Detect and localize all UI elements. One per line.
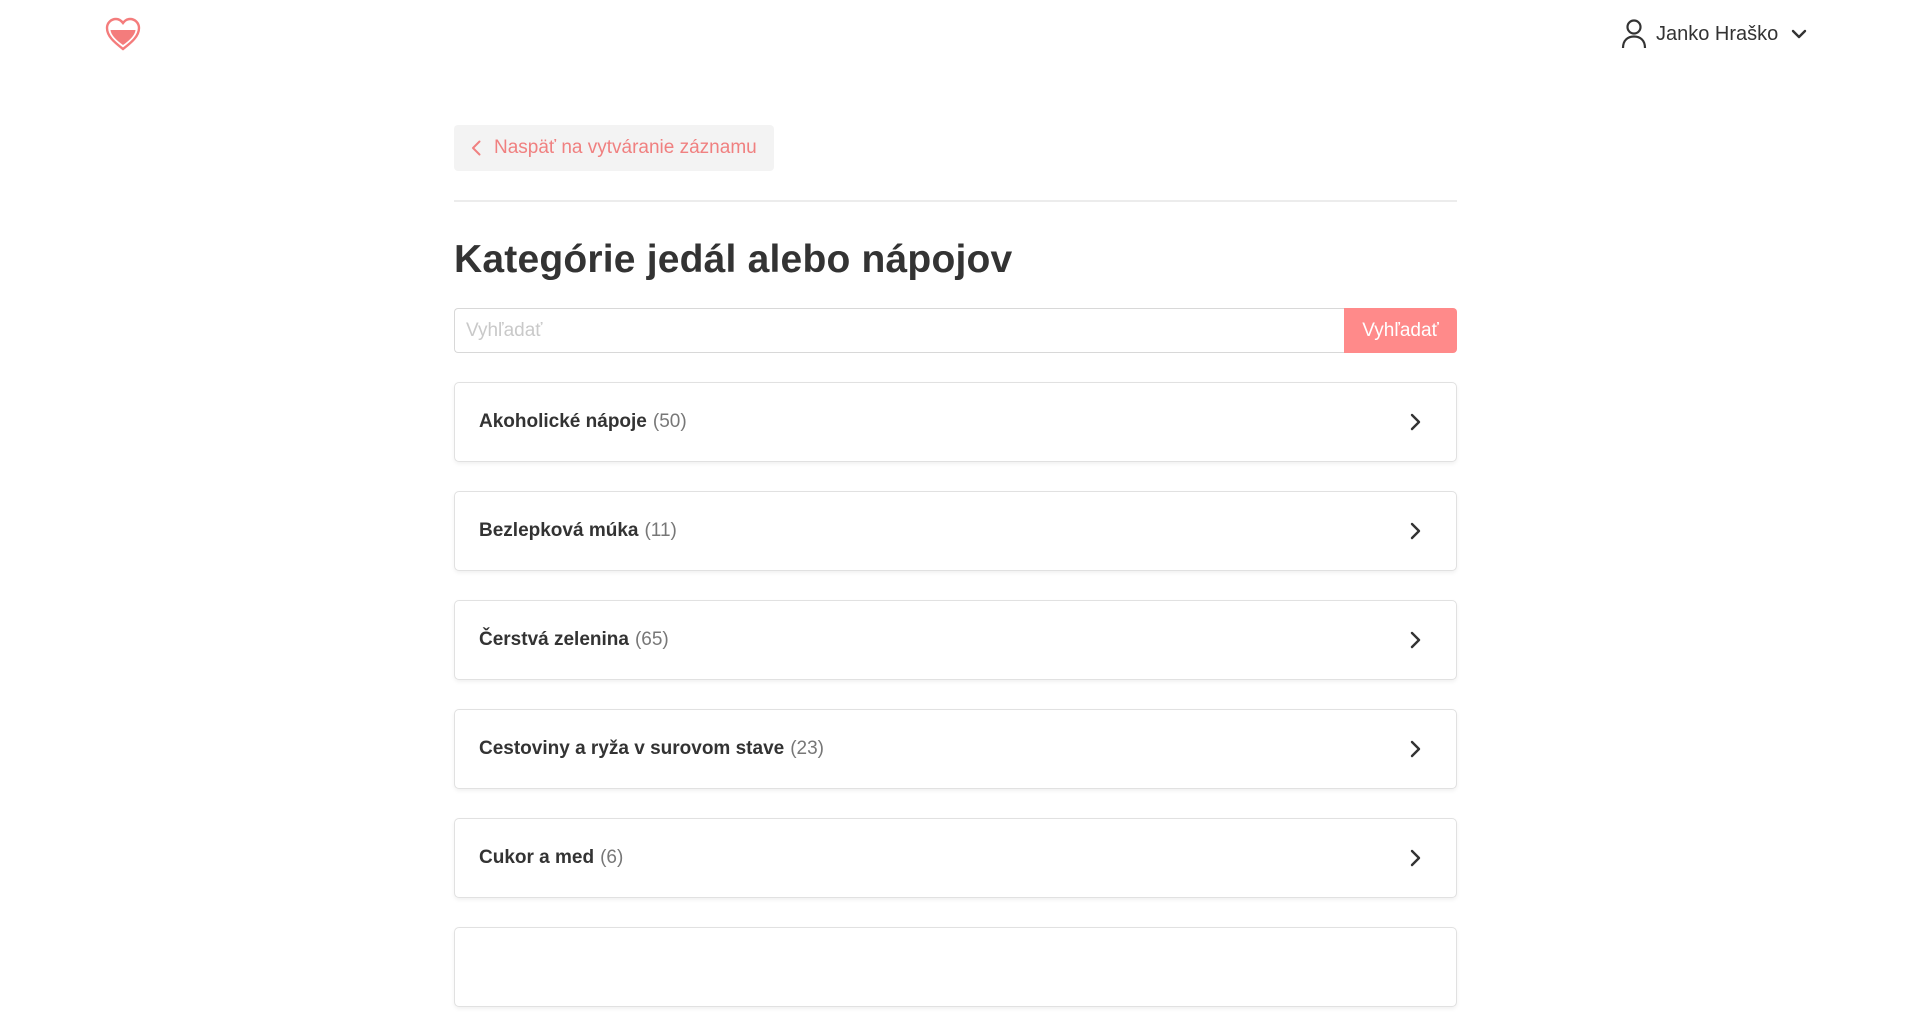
divider: [454, 200, 1457, 202]
search-bar: Vyhľadať: [454, 308, 1457, 353]
chevron-right-icon: [1404, 520, 1426, 542]
back-to-record-button[interactable]: Naspäť na vytváranie záznamu: [454, 125, 774, 171]
category-item[interactable]: Čerstvá zelenina (65): [454, 600, 1457, 680]
category-count: (65): [634, 629, 669, 650]
category-count: (23): [790, 738, 824, 759]
back-button-label: Naspäť na vytváranie záznamu: [494, 137, 757, 158]
chevron-left-icon: [468, 139, 486, 157]
heart-logo-icon[interactable]: [104, 16, 142, 52]
category-label: Cestoviny a ryža v surovom stave: [479, 738, 785, 759]
category-count: (50): [652, 411, 687, 432]
category-list: Akoholické nápoje (50) Bezlepková múka (…: [454, 382, 1457, 1007]
category-label: Akoholické nápoje: [479, 411, 647, 432]
category-item[interactable]: Cukor a med (6): [454, 818, 1457, 898]
category-item[interactable]: [454, 927, 1457, 1007]
chevron-right-icon: [1404, 847, 1426, 869]
category-count: (6): [600, 847, 624, 868]
chevron-down-icon: [1788, 23, 1810, 45]
search-input[interactable]: [454, 308, 1344, 353]
category-label: Bezlepková múka: [479, 520, 639, 541]
category-item[interactable]: Akoholické nápoje (50): [454, 382, 1457, 462]
chevron-right-icon: [1404, 411, 1426, 433]
page-title: Kategórie jedál alebo nápojov: [454, 238, 1013, 281]
chevron-right-icon: [1404, 738, 1426, 760]
main-content: Naspäť na vytváranie záznamu Kategórie j…: [454, 125, 1457, 1036]
category-count: (11): [644, 520, 677, 541]
category-label: Cukor a med: [479, 847, 595, 868]
category-item[interactable]: Cestoviny a ryža v surovom stave (23): [454, 709, 1457, 789]
search-button[interactable]: Vyhľadať: [1344, 308, 1457, 353]
user-menu[interactable]: Janko Hraško: [1620, 16, 1810, 52]
user-icon: [1620, 18, 1648, 50]
category-item[interactable]: Bezlepková múka (11): [454, 491, 1457, 571]
top-bar: Janko Hraško: [0, 0, 1920, 68]
user-name: Janko Hraško: [1656, 22, 1779, 45]
chevron-right-icon: [1404, 629, 1426, 651]
category-label: Čerstvá zelenina: [479, 629, 629, 650]
